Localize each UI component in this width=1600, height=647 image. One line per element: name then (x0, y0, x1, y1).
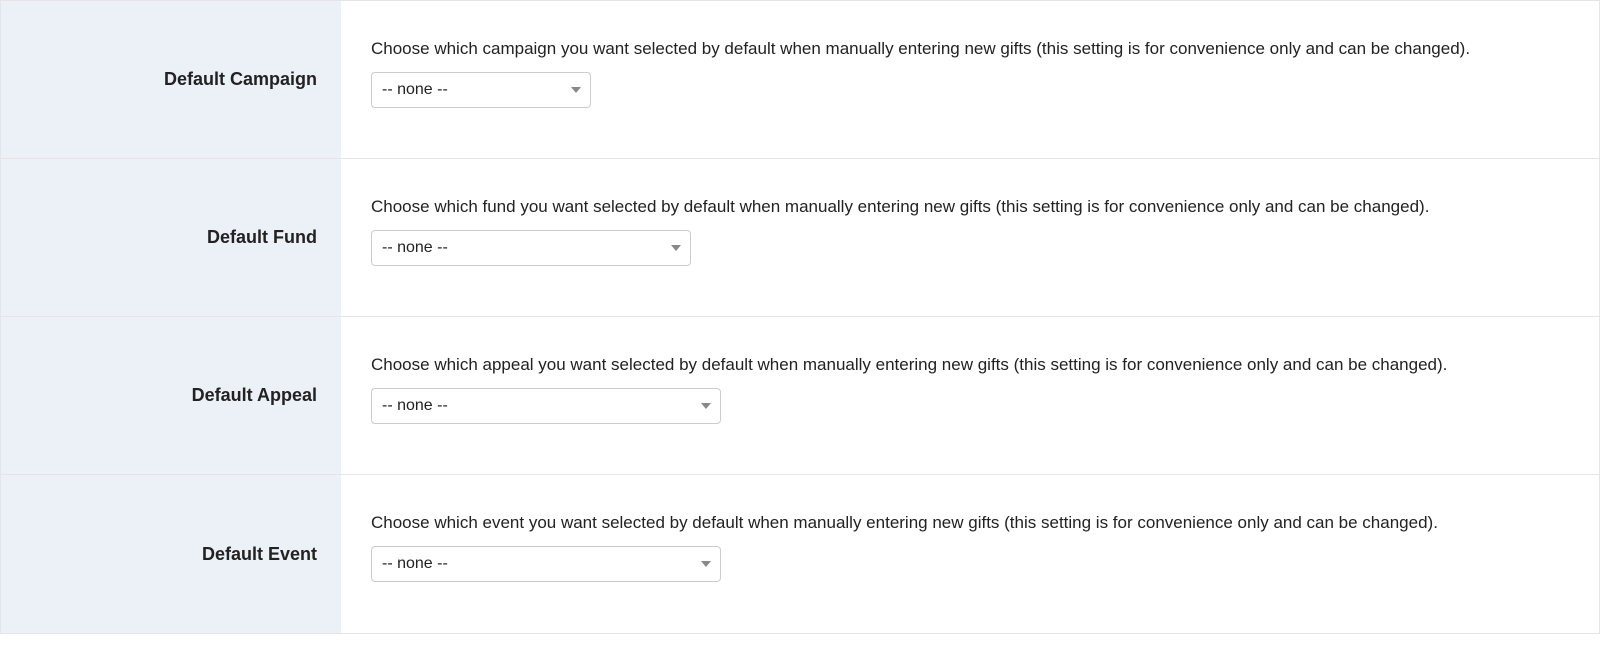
setting-content: Choose which campaign you want selected … (341, 1, 1599, 158)
default-fund-select[interactable]: -- none -- (371, 230, 691, 266)
setting-description: Choose which appeal you want selected by… (371, 353, 1569, 378)
settings-table: Default Campaign Choose which campaign y… (0, 0, 1600, 634)
default-appeal-select[interactable]: -- none -- (371, 388, 721, 424)
select-value: -- none -- (382, 239, 448, 257)
setting-content: Choose which appeal you want selected by… (341, 317, 1599, 474)
default-campaign-select[interactable]: -- none -- (371, 72, 591, 108)
setting-row-default-appeal: Default Appeal Choose which appeal you w… (1, 317, 1599, 475)
setting-label: Default Event (1, 475, 341, 633)
setting-row-default-fund: Default Fund Choose which fund you want … (1, 159, 1599, 317)
setting-label: Default Appeal (1, 317, 341, 474)
select-value: -- none -- (382, 81, 448, 99)
setting-row-default-campaign: Default Campaign Choose which campaign y… (1, 1, 1599, 159)
setting-row-default-event: Default Event Choose which event you wan… (1, 475, 1599, 633)
default-event-select[interactable]: -- none -- (371, 546, 721, 582)
setting-content: Choose which fund you want selected by d… (341, 159, 1599, 316)
select-value: -- none -- (382, 555, 448, 573)
setting-description: Choose which campaign you want selected … (371, 37, 1569, 62)
setting-description: Choose which fund you want selected by d… (371, 195, 1569, 220)
setting-content: Choose which event you want selected by … (341, 475, 1599, 633)
setting-label: Default Campaign (1, 1, 341, 158)
select-value: -- none -- (382, 397, 448, 415)
setting-description: Choose which event you want selected by … (371, 511, 1569, 536)
setting-label: Default Fund (1, 159, 341, 316)
